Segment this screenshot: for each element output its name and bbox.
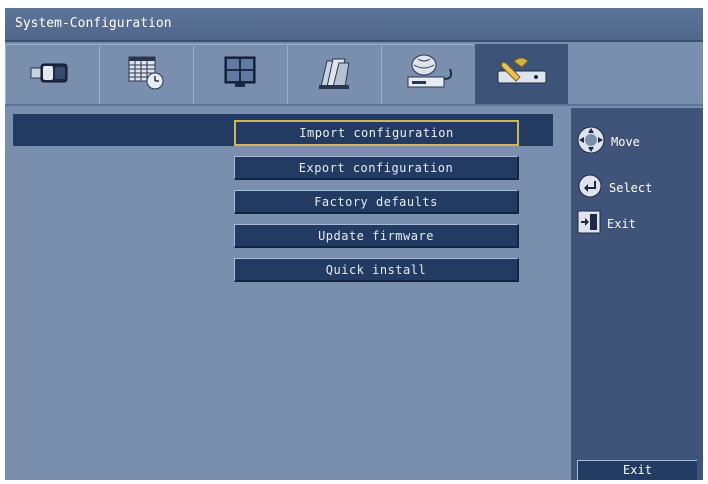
quick-install-button[interactable]: Quick install <box>234 258 519 282</box>
help-select: Select <box>577 174 652 201</box>
main-content: Import configuration Export configuratio… <box>5 108 570 480</box>
tab-bar-filler <box>570 44 703 106</box>
exit-button[interactable]: Exit <box>577 460 697 480</box>
tab-schedule[interactable] <box>99 44 192 104</box>
import-configuration-button[interactable]: Import configuration <box>234 120 519 146</box>
update-firmware-button[interactable]: Update firmware <box>234 224 519 248</box>
tab-divider <box>5 104 570 106</box>
archive-icon <box>309 53 359 97</box>
tab-network[interactable] <box>381 44 474 104</box>
schedule-calendar-icon <box>121 53 171 97</box>
help-panel: Move Select Exit Exit <box>571 108 703 480</box>
factory-defaults-button[interactable]: Factory defaults <box>234 190 519 214</box>
monitor-icon <box>215 53 265 97</box>
tab-bar <box>5 44 570 106</box>
direction-pad-icon <box>577 126 605 157</box>
system-configuration-screen: System-Configuration Import configuratio… <box>5 8 703 480</box>
enter-key-icon <box>577 174 603 201</box>
tab-camera[interactable] <box>5 44 98 104</box>
window-title: System-Configuration <box>5 8 703 42</box>
camera-icon <box>27 58 77 92</box>
help-move: Move <box>577 126 640 157</box>
system-tools-icon <box>492 53 552 97</box>
help-exit-label: Exit <box>607 216 636 231</box>
exit-door-icon <box>577 210 601 237</box>
tab-monitor[interactable] <box>193 44 286 104</box>
export-configuration-button[interactable]: Export configuration <box>234 156 519 180</box>
tab-archive[interactable] <box>287 44 380 104</box>
help-select-label: Select <box>609 180 653 195</box>
help-move-label: Move <box>611 134 640 149</box>
tab-system-tools[interactable] <box>475 44 568 104</box>
help-exit: Exit <box>577 210 636 237</box>
network-icon <box>398 51 458 99</box>
